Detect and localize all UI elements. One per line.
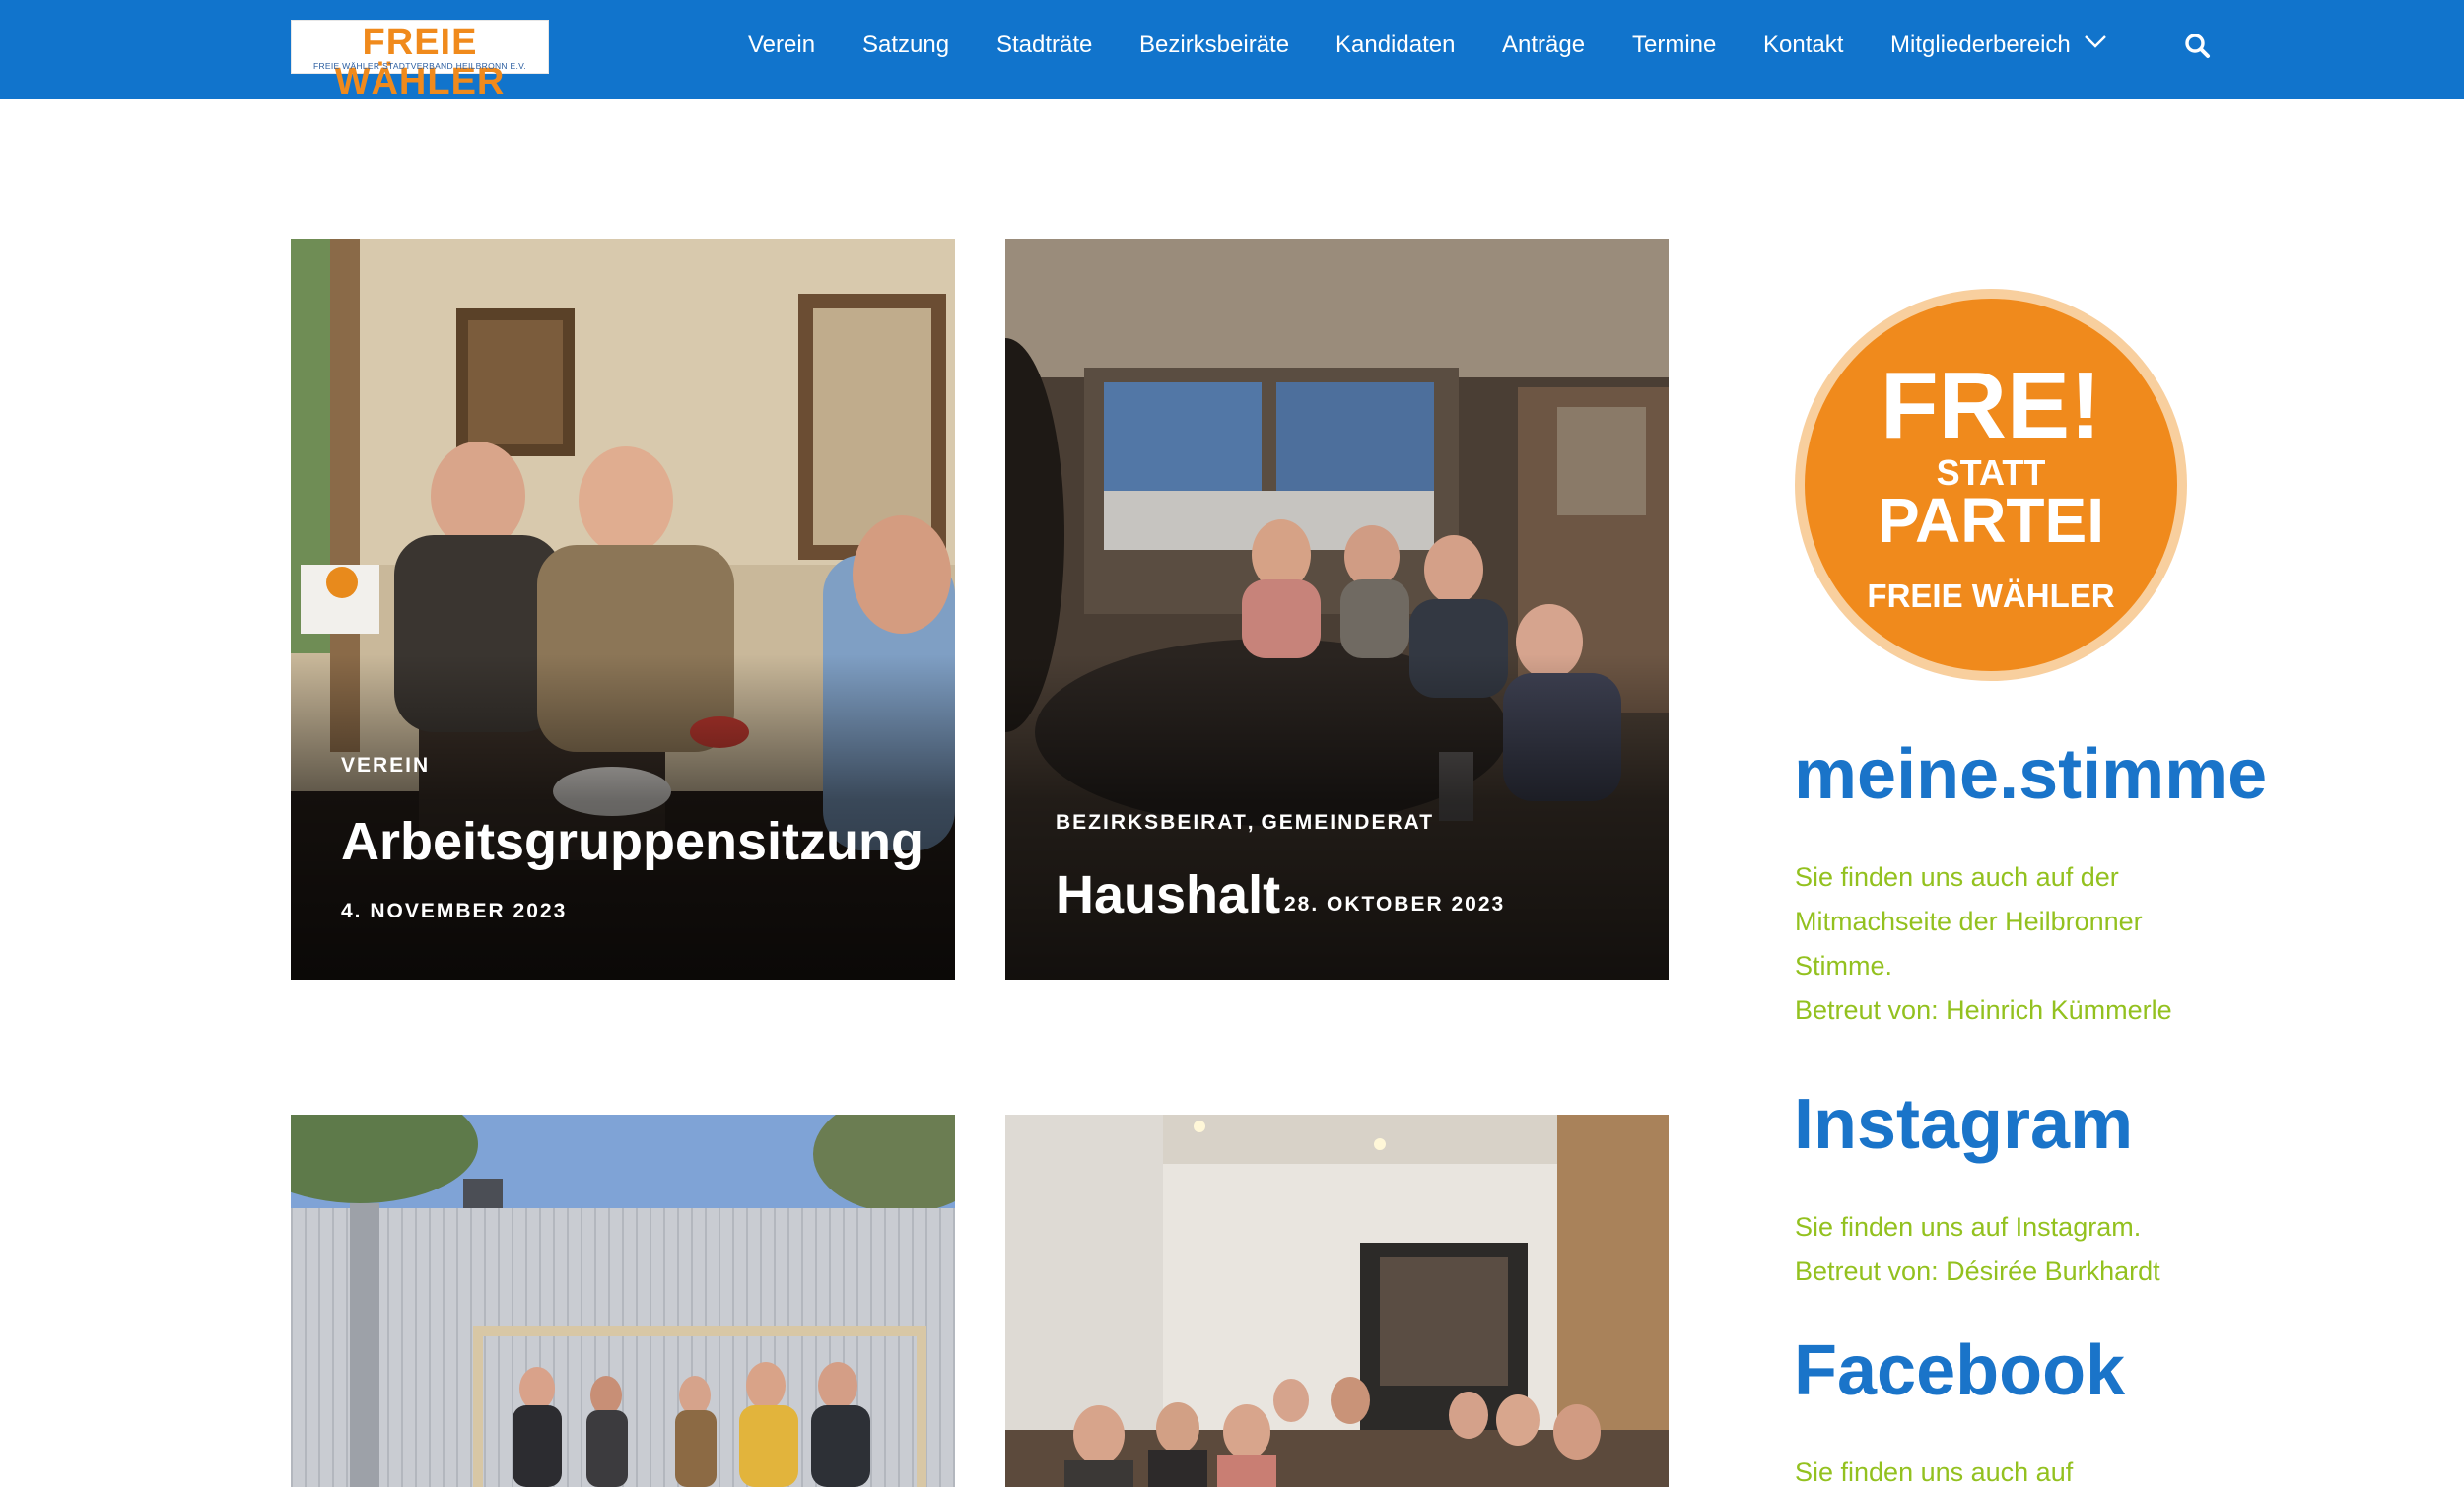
site-header: FREIE WÄHLER FREIE WÄHLER STADTVERBAND H… xyxy=(0,0,2464,102)
search-icon[interactable] xyxy=(2183,32,2213,61)
post-categories: Bezirksbeirat, Gemeinderat xyxy=(1056,811,1434,835)
sidebar-heading-facebook[interactable]: Facebook xyxy=(1794,1329,2125,1412)
logo-subtitle: FREIE WÄHLER STADTVERBAND HEILBRONN E.V. xyxy=(312,61,527,71)
post-category[interactable]: Gemeinderat xyxy=(1261,811,1434,834)
badge-line4: FREIE WÄHLER xyxy=(1867,578,2114,614)
text-line: Betreut von: Heinrich Kümmerle xyxy=(1795,995,2172,1025)
post-category[interactable]: Bezirksbeirat xyxy=(1056,811,1248,834)
nav-bezirksbeiraete[interactable]: Bezirksbeiräte xyxy=(1139,31,1289,60)
post-card[interactable] xyxy=(291,1115,955,1487)
nav-termine[interactable]: Termine xyxy=(1632,31,1716,60)
sidebar-text-instagram: Sie finden uns auf Instagram. Betreut vo… xyxy=(1795,1205,2347,1294)
nav-kontakt[interactable]: Kontakt xyxy=(1763,31,1843,60)
badge-line1: FRE! xyxy=(1881,353,2101,458)
post-photo-goal xyxy=(291,1115,955,1487)
post-title[interactable]: Arbeitsgruppensitzung xyxy=(341,812,924,871)
category-separator: , xyxy=(1247,811,1254,834)
text-line: Sie finden uns auch auf der xyxy=(1795,862,2119,892)
badge-line3: PARTEI xyxy=(1878,485,2104,556)
chevron-down-icon[interactable] xyxy=(2084,34,2107,49)
sidebar-heading-instagram[interactable]: Instagram xyxy=(1794,1083,2133,1166)
post-date: 28. Oktober 2023 xyxy=(1284,893,1506,916)
nav-antraege[interactable]: Anträge xyxy=(1502,31,1585,60)
nav-verein[interactable]: Verein xyxy=(748,31,815,60)
post-title[interactable]: Haushalt xyxy=(1056,865,1280,924)
sidebar-text-meine-stimme: Sie finden uns auch auf der Mitmachseite… xyxy=(1795,855,2347,1033)
nav-kandidaten[interactable]: Kandidaten xyxy=(1335,31,1455,60)
freie-waehler-badge: FRE! STATT PARTEI FREIE WÄHLER xyxy=(1795,289,2187,681)
post-card[interactable]: Verein Arbeitsgruppensitzung 4. November… xyxy=(291,239,955,980)
sidebar-heading-meine-stimme[interactable]: meine.stimme xyxy=(1794,733,2267,816)
nav-stadtraete[interactable]: Stadträte xyxy=(996,31,1092,60)
text-line: Sie finden uns auf Instagram. xyxy=(1795,1212,2142,1242)
sidebar-text-facebook: Sie finden uns auch auf xyxy=(1795,1451,2347,1495)
post-date: 4. November 2023 xyxy=(341,900,568,922)
post-card[interactable] xyxy=(1005,1115,1669,1487)
text-line: Sie finden uns auch auf xyxy=(1795,1458,2074,1487)
post-card[interactable]: Bezirksbeirat, Gemeinderat Haushalt 28. … xyxy=(1005,239,1669,980)
text-line: Betreut von: Désirée Burkhardt xyxy=(1795,1257,2160,1286)
text-line: Mitmachseite der Heilbronner xyxy=(1795,907,2143,936)
site-logo[interactable]: FREIE WÄHLER FREIE WÄHLER STADTVERBAND H… xyxy=(291,20,549,102)
post-photo-dinner xyxy=(1005,1115,1669,1487)
nav-mitgliederbereich[interactable]: Mitgliederbereich xyxy=(1890,31,2071,60)
text-line: Stimme. xyxy=(1795,951,1893,981)
post-category[interactable]: Verein xyxy=(341,754,430,778)
nav-satzung[interactable]: Satzung xyxy=(862,31,949,60)
